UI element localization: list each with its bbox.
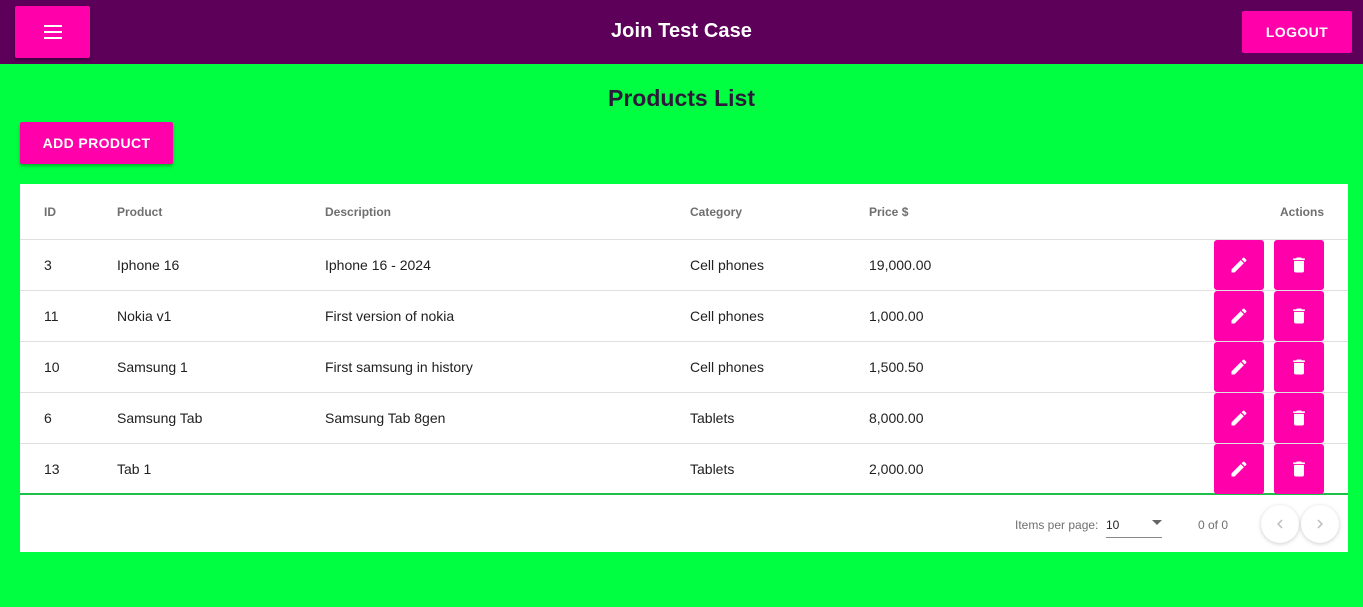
previous-page-button[interactable] — [1261, 505, 1299, 543]
table-row: 6 Samsung Tab Samsung Tab 8gen Tablets 8… — [20, 393, 1348, 444]
delete-button[interactable] — [1274, 240, 1324, 290]
cell-product: Iphone 16 — [117, 257, 180, 273]
table-row: 10 Samsung 1 First samsung in history Ce… — [20, 342, 1348, 393]
column-header-product[interactable]: Product — [117, 205, 162, 219]
cell-price: 2,000.00 — [869, 461, 924, 477]
items-per-page-label: Items per page: — [1015, 518, 1099, 532]
cell-category: Tablets — [690, 410, 735, 426]
cell-category: Cell phones — [690, 257, 764, 273]
pencil-icon — [1231, 308, 1247, 324]
items-per-page-value: 10 — [1106, 518, 1120, 532]
trash-icon — [1293, 359, 1305, 375]
chevron-right-icon — [1317, 519, 1323, 529]
table-row: 13 Tab 1 Tablets 2,000.00 — [20, 444, 1348, 495]
products-table: ID Product Description Category Price $ … — [20, 184, 1348, 552]
logout-button[interactable]: LOGOUT — [1242, 11, 1352, 53]
app-title: Join Test Case — [610, 20, 753, 42]
page-title: Products List — [608, 85, 755, 111]
menu-icon — [43, 25, 62, 39]
cell-description: Samsung Tab 8gen — [325, 410, 446, 426]
delete-button[interactable] — [1274, 444, 1324, 494]
cell-product: Samsung Tab — [117, 410, 203, 426]
pencil-icon — [1231, 410, 1247, 426]
cell-product: Samsung 1 — [117, 359, 188, 375]
cell-id: 11 — [44, 308, 59, 324]
edit-button[interactable] — [1214, 342, 1264, 392]
range-label: 0 of 0 — [1198, 518, 1229, 532]
cell-price: 19,000.00 — [869, 257, 932, 273]
table-row: 11 Nokia v1 First version of nokia Cell … — [20, 291, 1348, 342]
cell-price: 8,000.00 — [869, 410, 924, 426]
delete-button[interactable] — [1274, 291, 1324, 341]
menu-button[interactable] — [15, 6, 90, 58]
cell-description: First version of nokia — [325, 308, 455, 324]
column-header-description[interactable]: Description — [325, 205, 391, 219]
pencil-icon — [1231, 257, 1247, 273]
chevron-left-icon — [1277, 519, 1283, 529]
cell-id: 13 — [44, 461, 60, 477]
cell-product: Tab 1 — [117, 461, 152, 477]
dropdown-arrow-icon — [1152, 520, 1162, 525]
cell-category: Tablets — [690, 461, 735, 477]
cell-category: Cell phones — [690, 308, 764, 324]
edit-button[interactable] — [1214, 291, 1264, 341]
table-row: 3 Iphone 16 Iphone 16 - 2024 Cell phones… — [20, 240, 1348, 291]
pencil-icon — [1231, 461, 1247, 477]
column-header-actions: Actions — [1279, 205, 1324, 219]
cell-id: 10 — [44, 359, 60, 375]
cell-id: 6 — [44, 410, 52, 426]
trash-icon — [1293, 257, 1305, 273]
cell-category: Cell phones — [690, 359, 764, 375]
edit-button[interactable] — [1214, 393, 1264, 443]
cell-description: First samsung in history — [325, 359, 473, 375]
trash-icon — [1293, 461, 1305, 477]
paginator: Items per page: 10 0 of 0 — [20, 496, 1348, 552]
cell-product: Nokia v1 — [117, 308, 172, 324]
cell-description: Iphone 16 - 2024 — [325, 257, 431, 273]
next-page-button[interactable] — [1301, 505, 1339, 543]
cell-price: 1,500.50 — [869, 359, 924, 375]
edit-button[interactable] — [1214, 240, 1264, 290]
column-header-id[interactable]: ID — [44, 205, 56, 219]
delete-button[interactable] — [1274, 393, 1324, 443]
trash-icon — [1293, 308, 1305, 324]
top-app-bar: Join Test Case LOGOUT — [0, 0, 1363, 64]
trash-icon — [1293, 410, 1305, 426]
items-per-page-select[interactable]: 10 — [1106, 512, 1162, 538]
edit-button[interactable] — [1214, 444, 1264, 494]
table-header-row: ID Product Description Category Price $ … — [20, 184, 1348, 240]
delete-button[interactable] — [1274, 342, 1324, 392]
add-product-button[interactable]: ADD PRODUCT — [20, 122, 173, 164]
pencil-icon — [1231, 359, 1247, 375]
cell-price: 1,000.00 — [869, 308, 924, 324]
column-header-price[interactable]: Price $ — [869, 205, 908, 219]
cell-id: 3 — [44, 257, 52, 273]
column-header-category[interactable]: Category — [690, 205, 742, 219]
